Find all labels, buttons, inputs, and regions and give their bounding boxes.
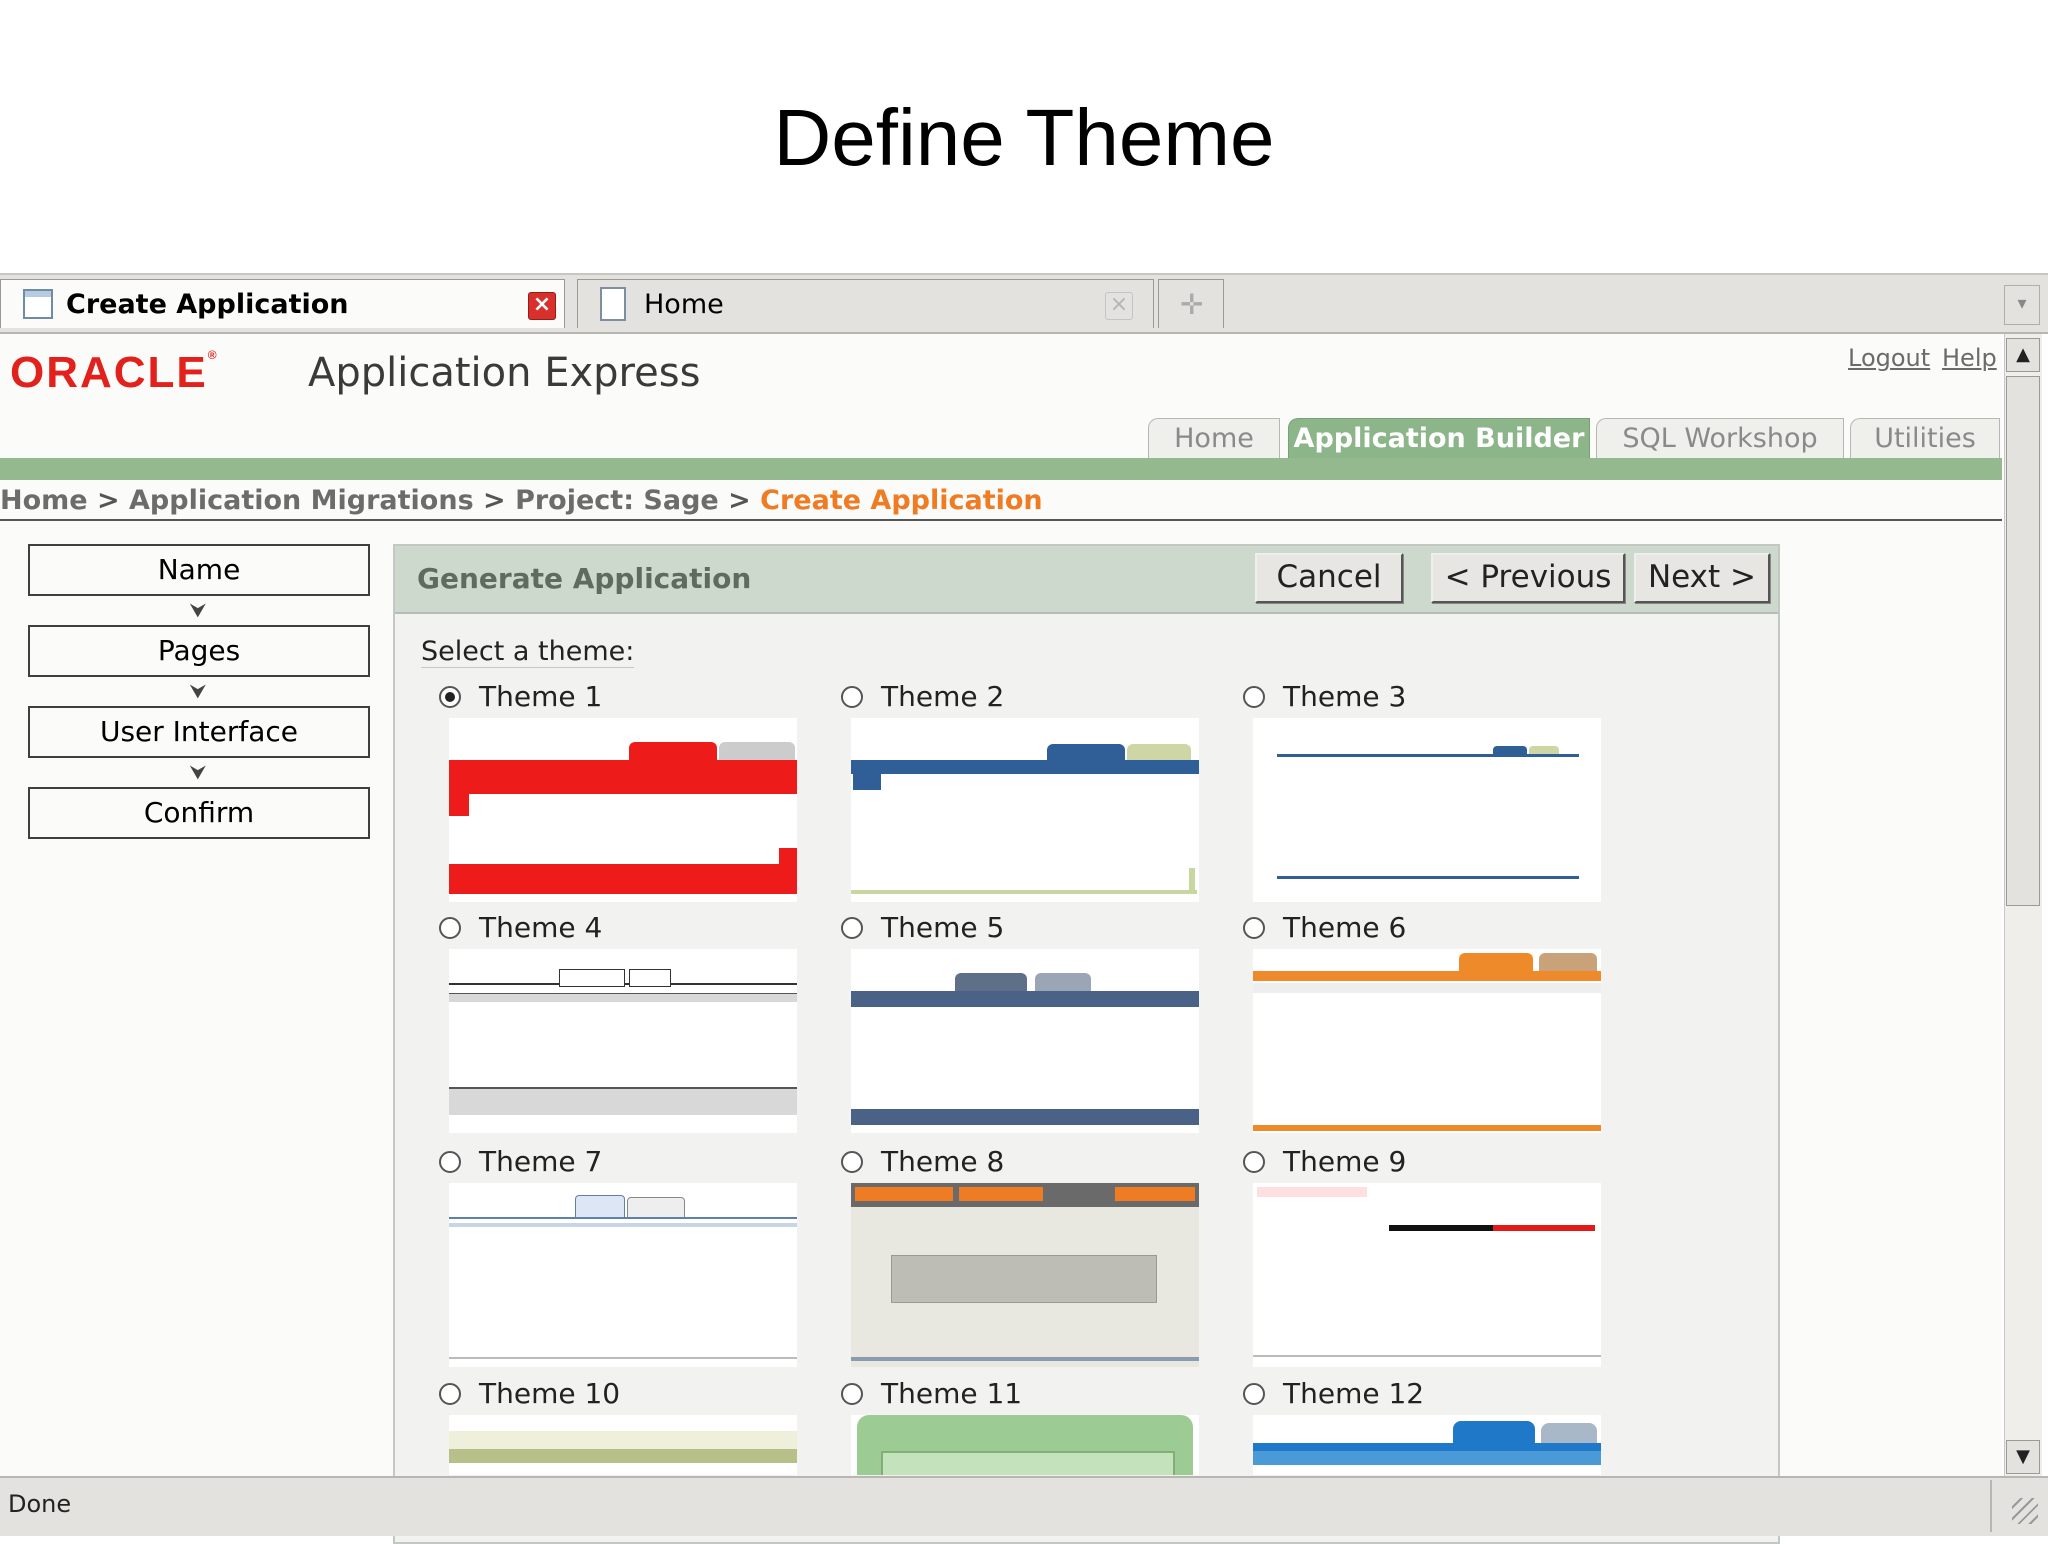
theme-name: Theme 8: [881, 1145, 1005, 1178]
nav-bar: [0, 458, 2002, 480]
wizard-step-confirm: Confirm: [28, 787, 370, 839]
browser-tab-create-application[interactable]: Create Application ×: [0, 279, 565, 328]
theme-name: Theme 9: [1283, 1145, 1407, 1178]
breadcrumb-separator: >: [97, 485, 120, 516]
status-divider: [1990, 1480, 1992, 1532]
theme-radio[interactable]: [1243, 917, 1265, 939]
theme-radio[interactable]: [841, 917, 863, 939]
theme-preview[interactable]: [449, 1183, 797, 1367]
breadcrumb-separator: >: [483, 485, 506, 516]
theme-name: Theme 11: [881, 1377, 1023, 1410]
close-tab-icon[interactable]: ×: [528, 292, 556, 320]
previous-button[interactable]: < Previous: [1431, 553, 1625, 603]
scroll-down-arrow-icon[interactable]: ▼: [2006, 1440, 2040, 1474]
theme-preview[interactable]: [851, 718, 1199, 902]
breadcrumb-current: Create Application: [760, 485, 1043, 516]
theme-radio[interactable]: [841, 686, 863, 708]
theme-preview[interactable]: [851, 1415, 1199, 1475]
theme-preview[interactable]: [1253, 1415, 1601, 1475]
nav-tab-sql-workshop[interactable]: SQL Workshop: [1596, 418, 1844, 458]
browser-tab-strip: Create Application × Home × ✛: [0, 273, 2048, 334]
theme-name: Theme 5: [881, 911, 1005, 944]
region-title: Generate Application: [417, 562, 752, 595]
theme-name: Theme 6: [1283, 911, 1407, 944]
browser-tab-home[interactable]: Home ×: [577, 279, 1154, 328]
theme-radio[interactable]: [1243, 1383, 1265, 1405]
theme-preview[interactable]: [1253, 1183, 1601, 1367]
next-button[interactable]: Next >: [1634, 553, 1770, 603]
plus-icon: ✛: [1180, 288, 1204, 321]
theme-name: Theme 2: [881, 680, 1005, 713]
theme-preview[interactable]: [449, 1415, 797, 1475]
theme-preview[interactable]: [1253, 718, 1601, 902]
scrollbar-thumb[interactable]: [2006, 376, 2040, 906]
theme-preview[interactable]: [449, 718, 797, 902]
theme-name: Theme 7: [479, 1145, 603, 1178]
breadcrumb-home[interactable]: Home: [0, 485, 88, 516]
theme-preview[interactable]: [851, 949, 1199, 1133]
tab-label: Create Application: [66, 289, 349, 320]
chevron-down-icon: ⮟: [189, 598, 207, 622]
logo-text: ORACLE: [10, 348, 208, 397]
theme-preview[interactable]: [851, 1183, 1199, 1367]
theme-radio[interactable]: [1243, 686, 1265, 708]
wizard-step-pages: Pages: [28, 625, 370, 677]
theme-preview[interactable]: [449, 949, 797, 1133]
theme-name: Theme 3: [1283, 680, 1407, 713]
chevron-down-icon: ⮟: [189, 679, 207, 703]
theme-radio[interactable]: [439, 686, 461, 708]
cancel-button[interactable]: Cancel: [1255, 553, 1403, 603]
breadcrumb-project[interactable]: Project: Sage: [515, 485, 719, 516]
theme-name: Theme 1: [479, 680, 603, 713]
chevron-down-icon: ⮟: [189, 760, 207, 784]
nav-tab-home[interactable]: Home: [1148, 418, 1280, 458]
wizard-step-name: Name: [28, 544, 370, 596]
window-icon: [23, 289, 53, 319]
breadcrumb: Home > Application Migrations > Project:…: [0, 483, 2002, 521]
resize-grip-icon[interactable]: [2012, 1498, 2038, 1524]
status-bar: [0, 1476, 2048, 1536]
tab-label: Home: [644, 289, 724, 320]
close-tab-icon[interactable]: ×: [1105, 292, 1133, 320]
new-tab-button[interactable]: ✛: [1158, 279, 1224, 328]
oracle-logo: ORACLE®: [10, 348, 219, 397]
theme-radio[interactable]: [1243, 1151, 1265, 1173]
nav-tab-application-builder[interactable]: Application Builder: [1288, 418, 1590, 458]
logout-link[interactable]: Logout: [1848, 344, 1930, 372]
theme-name: Theme 10: [479, 1377, 621, 1410]
select-theme-label: Select a theme:: [421, 636, 635, 668]
tab-list-button[interactable]: ▾: [2004, 285, 2040, 325]
breadcrumb-application-migrations[interactable]: Application Migrations: [129, 485, 474, 516]
breadcrumb-separator: >: [728, 485, 751, 516]
product-name: Application Express: [308, 350, 701, 396]
help-link[interactable]: Help: [1942, 344, 1997, 372]
theme-name: Theme 4: [479, 911, 603, 944]
slide-title: Define Theme: [773, 93, 1275, 182]
wizard-step-user-interface: User Interface: [28, 706, 370, 758]
theme-name: Theme 12: [1283, 1377, 1425, 1410]
theme-radio[interactable]: [841, 1151, 863, 1173]
theme-radio[interactable]: [439, 917, 461, 939]
scroll-up-arrow-icon[interactable]: ▲: [2006, 338, 2040, 372]
page-icon: [600, 287, 626, 321]
status-text: Done: [8, 1490, 72, 1518]
theme-radio[interactable]: [439, 1151, 461, 1173]
theme-preview[interactable]: [1253, 949, 1601, 1133]
theme-radio[interactable]: [841, 1383, 863, 1405]
theme-radio[interactable]: [439, 1383, 461, 1405]
nav-tab-utilities[interactable]: Utilities: [1850, 418, 2000, 458]
